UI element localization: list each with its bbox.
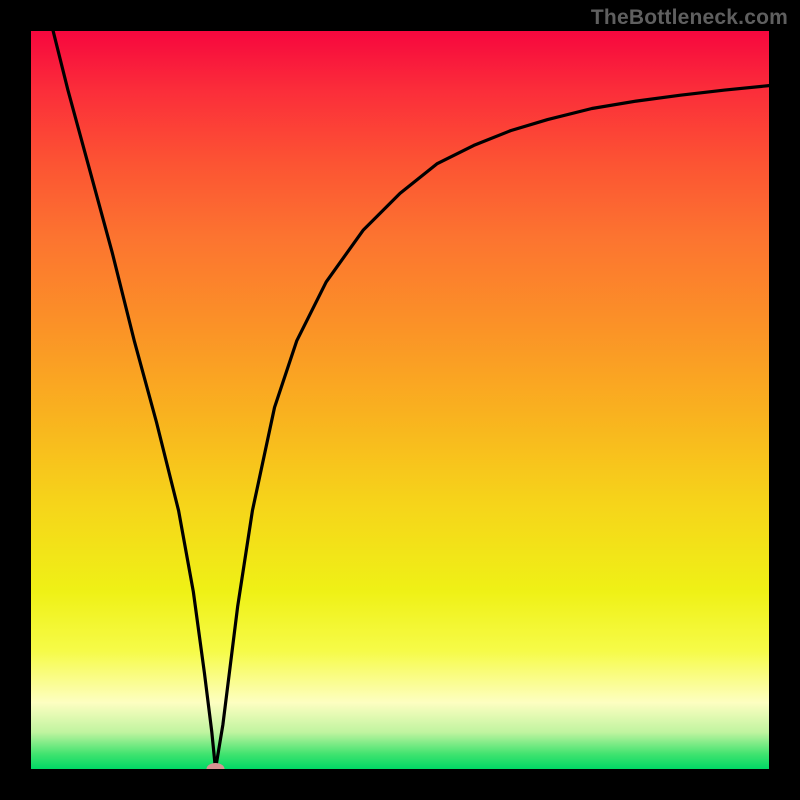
watermark-text: TheBottleneck.com: [591, 6, 788, 30]
plot-area: [31, 31, 769, 769]
chart-frame: TheBottleneck.com: [0, 0, 800, 800]
curve-svg: [31, 31, 769, 769]
minimum-marker: [207, 763, 225, 769]
bottleneck-curve: [53, 31, 769, 769]
